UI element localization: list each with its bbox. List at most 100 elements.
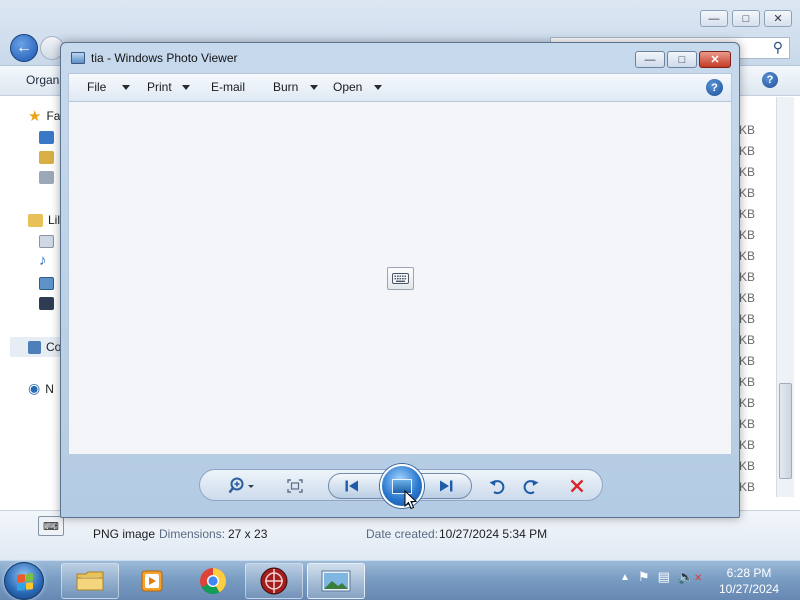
file-thumbnail-icon: ⌨ — [38, 516, 64, 536]
mouse-cursor-icon — [404, 490, 418, 510]
nav-favorites[interactable]: ★ Fa — [28, 107, 60, 125]
size-cell: KB — [739, 144, 756, 158]
size-cell: KB — [739, 291, 756, 305]
menu-burn[interactable]: Burn — [273, 80, 319, 94]
network-status-icon[interactable]: ▤ — [658, 569, 670, 585]
downloads-icon[interactable] — [39, 151, 54, 164]
nav-libraries-label: Lil — [48, 213, 61, 227]
size-cell: KB — [739, 312, 756, 326]
clock-time: 6:28 PM — [726, 566, 772, 580]
media-player-icon — [141, 570, 163, 592]
close-button[interactable]: ✕ — [699, 51, 731, 68]
rotate-right-icon — [523, 480, 539, 495]
taskbar: ▲ ⚑ ▤ 🔈✕ 6:28 PM 10/27/2024 — [0, 560, 800, 600]
previous-icon — [345, 480, 358, 492]
nav-favorites-label: Fa — [46, 109, 61, 123]
start-button[interactable] — [4, 562, 44, 600]
clock-date: 10/27/2024 — [718, 582, 780, 596]
size-cell: KB — [739, 123, 756, 137]
delete-button[interactable] — [566, 475, 588, 497]
volume-muted-icon[interactable]: 🔈✕ — [678, 569, 703, 585]
taskbar-media-player[interactable] — [123, 563, 181, 599]
photo-viewer-menubar: File Print E-mail Burn Open ? — [68, 73, 732, 102]
photo-viewer-taskbar-icon — [321, 570, 351, 592]
size-cell: KB — [739, 354, 756, 368]
explorer-minimize-button[interactable]: — — [700, 10, 728, 27]
navigation-pane: ★ Fa Lil ♪ Co ◉ N — [0, 97, 62, 510]
previous-button[interactable] — [341, 475, 363, 497]
vertical-scrollbar[interactable] — [776, 97, 794, 497]
date-created-label: Date created: — [366, 527, 439, 541]
videos-icon[interactable] — [39, 297, 54, 310]
zoom-icon — [228, 477, 254, 494]
taskbar-clock[interactable]: 6:28 PM 10/27/2024 — [712, 565, 786, 597]
taskbar-app-red[interactable] — [245, 563, 303, 599]
search-icon[interactable]: ⚲ — [773, 39, 783, 56]
menu-print[interactable]: Print — [147, 80, 190, 94]
photo-viewer-app-icon — [71, 52, 85, 64]
menu-file-label: File — [87, 80, 107, 94]
computer-icon — [28, 340, 41, 354]
recent-places-icon[interactable] — [39, 171, 54, 184]
explorer-help-icon[interactable]: ? — [762, 72, 778, 88]
explorer-close-button[interactable]: ✕ — [764, 10, 792, 27]
menu-open-label: Open — [333, 80, 363, 94]
photo-viewer-window: tia - Windows Photo Viewer — □ ✕ File Pr… — [60, 42, 740, 518]
help-icon[interactable]: ? — [706, 79, 723, 96]
documents-icon[interactable] — [39, 235, 54, 248]
dimensions-value: 27 x 23 — [228, 527, 268, 541]
zoom-button[interactable] — [226, 475, 260, 497]
music-icon[interactable]: ♪ — [39, 252, 47, 269]
minimize-button[interactable]: — — [635, 51, 665, 68]
rotate-left-icon — [489, 480, 505, 495]
maximize-button[interactable]: □ — [667, 51, 697, 68]
explorer-maximize-button[interactable]: □ — [732, 10, 760, 27]
menu-burn-label: Burn — [273, 80, 299, 94]
menu-file[interactable]: File — [87, 80, 131, 94]
folder-icon — [76, 571, 104, 591]
nav-computer[interactable]: Co — [10, 337, 62, 357]
pictures-icon[interactable] — [39, 277, 54, 290]
desktop-icon[interactable] — [39, 131, 54, 144]
menu-print-label: Print — [147, 80, 172, 94]
fit-window-icon — [287, 479, 303, 493]
menu-email[interactable]: E-mail — [211, 80, 245, 94]
rotate-right-button[interactable] — [520, 475, 542, 497]
taskbar-explorer[interactable] — [61, 563, 119, 599]
next-icon — [440, 480, 453, 492]
windows-logo-icon — [17, 573, 33, 591]
chevron-down-icon — [310, 84, 319, 90]
taskbar-chrome[interactable] — [184, 563, 242, 599]
chrome-icon — [200, 568, 227, 595]
photo-viewer-window-controls: — □ ✕ — [635, 51, 731, 68]
back-button[interactable]: ← — [10, 34, 38, 62]
scrollbar-thumb[interactable] — [779, 383, 792, 479]
menu-open[interactable]: Open — [333, 80, 383, 94]
organize-button[interactable]: Organ — [26, 73, 59, 87]
nav-network[interactable]: ◉ N — [28, 380, 54, 397]
viewer-control-bar — [199, 464, 603, 508]
action-center-icon[interactable]: ⚑ — [638, 569, 650, 585]
date-created-value: 10/27/2024 5:34 PM — [439, 527, 548, 541]
nav-libraries[interactable]: Lil — [28, 213, 60, 227]
system-tray: ▲ ⚑ ▤ 🔈✕ — [620, 569, 702, 585]
size-cell: KB — [739, 207, 756, 221]
taskbar-photo-viewer[interactable] — [307, 563, 365, 599]
size-cell: KB — [739, 249, 756, 263]
photo-viewer-titlebar: tia - Windows Photo Viewer — [71, 51, 238, 65]
chevron-down-icon — [122, 84, 131, 90]
next-button[interactable] — [435, 475, 457, 497]
file-type: PNG image — [93, 527, 156, 541]
file-size-column: KB KB KB KB KB KB KB KB KB KB KB KB KB K… — [739, 120, 777, 498]
size-cell: KB — [739, 480, 756, 494]
rotate-left-button[interactable] — [486, 475, 508, 497]
chevron-down-icon — [374, 84, 383, 90]
chevron-down-icon — [181, 84, 190, 90]
keyboard-icon — [392, 273, 409, 284]
show-hidden-icons-icon[interactable]: ▲ — [620, 572, 630, 583]
network-icon: ◉ — [28, 380, 41, 396]
size-cell: KB — [739, 438, 756, 452]
menu-email-label: E-mail — [211, 80, 246, 94]
fit-window-button[interactable] — [284, 475, 306, 497]
photo-viewer-title: tia - Windows Photo Viewer — [91, 51, 238, 65]
